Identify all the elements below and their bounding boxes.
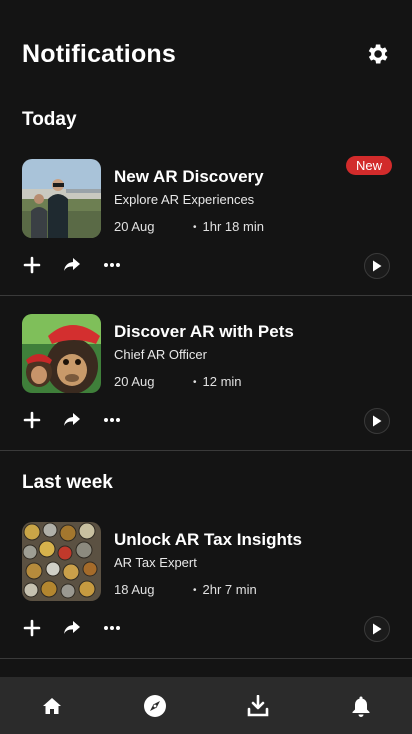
notification-card[interactable]: Discover AR with Pets Chief AR Officer 2…: [0, 314, 412, 469]
play-icon[interactable]: [364, 616, 390, 642]
notification-card[interactable]: New AR Discovery Explore AR Experiences …: [0, 156, 412, 314]
notification-duration: 12 min: [193, 374, 242, 389]
share-icon[interactable]: [62, 410, 82, 430]
page-title: Notifications: [22, 39, 176, 68]
notification-title: Discover AR with Pets: [114, 322, 294, 341]
divider: [0, 658, 412, 659]
action-bar: [22, 407, 122, 433]
plus-icon[interactable]: [22, 255, 42, 275]
notification-title: New AR Discovery: [114, 167, 264, 186]
plus-icon[interactable]: [22, 618, 42, 638]
section-title-last-week: Last week: [22, 472, 113, 493]
notification-duration: 1hr 18 min: [193, 219, 264, 234]
thumbnail-image: [22, 522, 101, 601]
bell-icon[interactable]: [336, 681, 386, 731]
divider: [0, 295, 412, 296]
notification-subtitle: AR Tax Expert: [114, 555, 197, 570]
action-bar: [22, 615, 122, 641]
notification-date: 18 Aug: [114, 582, 155, 597]
notification-subtitle: Explore AR Experiences: [114, 192, 255, 207]
gear-icon[interactable]: [364, 41, 390, 67]
play-icon[interactable]: [364, 408, 390, 434]
more-icon[interactable]: [102, 255, 122, 275]
bottom-nav: [0, 677, 412, 734]
notification-title: Unlock AR Tax Insights: [114, 530, 302, 549]
thumbnail-image: [22, 159, 101, 238]
home-icon[interactable]: [27, 681, 77, 731]
section-title-today: Today: [22, 109, 77, 130]
new-badge: New: [345, 156, 392, 175]
explore-icon[interactable]: [130, 681, 180, 731]
more-icon[interactable]: [102, 618, 122, 638]
notification-subtitle: Chief AR Officer: [114, 347, 207, 362]
notification-date: 20 Aug: [114, 374, 155, 389]
header: Notifications: [22, 34, 390, 74]
notification-duration: 2hr 7 min: [193, 582, 257, 597]
plus-icon[interactable]: [22, 410, 42, 430]
more-icon[interactable]: [102, 410, 122, 430]
share-icon[interactable]: [62, 618, 82, 638]
thumbnail-image: [22, 314, 101, 393]
share-icon[interactable]: [62, 255, 82, 275]
notification-card[interactable]: Unlock AR Tax Insights AR Tax Expert 18 …: [0, 522, 412, 677]
play-icon[interactable]: [364, 253, 390, 279]
action-bar: [22, 252, 122, 278]
download-icon[interactable]: [233, 681, 283, 731]
notification-date: 20 Aug: [114, 219, 155, 234]
divider: [0, 450, 412, 451]
